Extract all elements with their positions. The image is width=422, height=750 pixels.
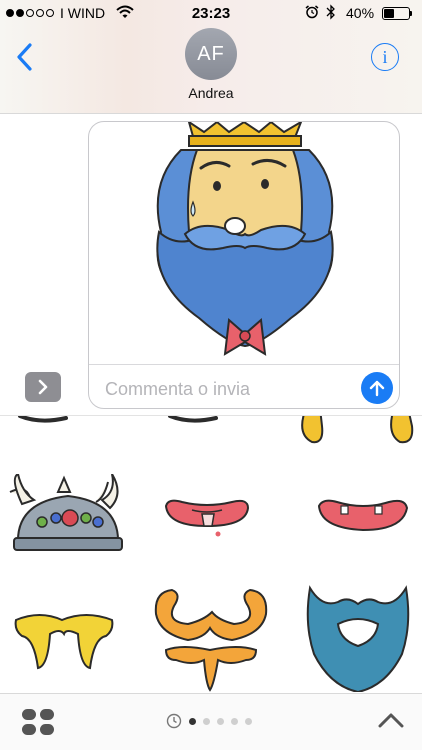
- orange-mustache-goatee-sticker[interactable]: [152, 588, 270, 692]
- send-button[interactable]: [361, 372, 393, 404]
- recent-clock-icon[interactable]: [166, 713, 182, 729]
- battery-percent: 40%: [346, 5, 375, 21]
- battery-tip: [410, 11, 412, 16]
- app-drawer-bar: [0, 693, 422, 750]
- chevron-up-icon[interactable]: [377, 710, 405, 730]
- viking-helmet-sticker[interactable]: [8, 474, 126, 554]
- bluetooth-icon: [326, 4, 335, 20]
- page-dot[interactable]: [189, 717, 196, 725]
- page-dot[interactable]: [245, 717, 252, 725]
- chevron-right-icon: [38, 379, 48, 395]
- arrow-up-icon: [369, 380, 385, 397]
- tongue-mouth-sticker[interactable]: [162, 496, 252, 538]
- expand-apps-button[interactable]: [25, 372, 61, 402]
- open-mouth-sticker[interactable]: [315, 496, 411, 538]
- contact-name[interactable]: Andrea: [0, 85, 422, 101]
- page-dot[interactable]: [231, 717, 238, 725]
- bearded-king-face-sticker: [156, 122, 334, 356]
- sticker-preview[interactable]: [89, 122, 399, 364]
- page-indicator: [166, 713, 252, 729]
- compose-bubble: [88, 121, 400, 409]
- battery-icon: [382, 7, 410, 20]
- info-button[interactable]: i: [371, 43, 399, 71]
- comment-input[interactable]: [105, 375, 345, 403]
- compose-divider: [89, 364, 399, 365]
- status-bar: I WIND 23:23 40%: [0, 0, 422, 28]
- conversation-header: I WIND 23:23 40% AF Andrea i: [0, 0, 422, 114]
- sticker-drawer: [0, 415, 422, 693]
- eyebrows-sticker[interactable]: [10, 415, 250, 430]
- alarm-icon: [305, 5, 319, 19]
- page-dot[interactable]: [217, 717, 224, 725]
- golden-ears-sticker[interactable]: [290, 415, 422, 448]
- page-dot[interactable]: [203, 717, 210, 725]
- app-drawer-icon[interactable]: [20, 707, 56, 737]
- yellow-mustache-sticker[interactable]: [10, 608, 118, 672]
- contact-avatar[interactable]: AF: [185, 28, 237, 80]
- blue-beard-sticker[interactable]: [304, 584, 412, 692]
- back-chevron-icon[interactable]: [14, 42, 36, 72]
